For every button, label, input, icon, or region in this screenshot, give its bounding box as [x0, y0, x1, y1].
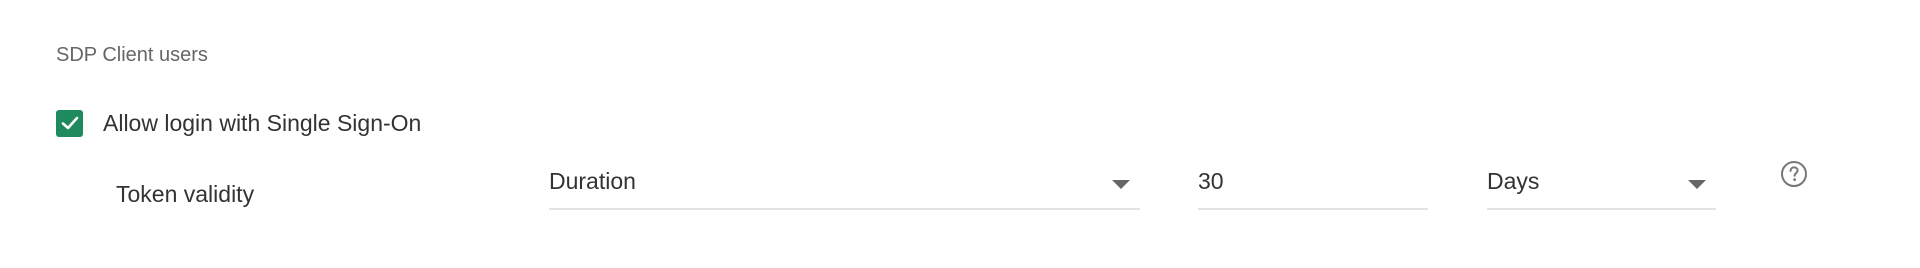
token-mode-select[interactable]: Duration — [549, 158, 1140, 210]
token-validity-label: Token validity — [116, 181, 255, 207]
token-amount-input[interactable]: 30 — [1198, 158, 1428, 210]
token-amount-value: 30 — [1198, 168, 1224, 194]
question-circle-icon — [1781, 161, 1807, 187]
sso-checkbox-row[interactable]: Allow login with Single Sign-On — [56, 109, 421, 137]
sdp-client-users-panel: SDP Client users Allow login with Single… — [0, 0, 1920, 268]
help-icon[interactable] — [1780, 160, 1808, 188]
token-mode-value: Duration — [549, 168, 636, 194]
sso-checkbox-label[interactable]: Allow login with Single Sign-On — [103, 109, 421, 137]
section-title: SDP Client users — [56, 44, 208, 66]
caret-down-icon — [1112, 180, 1130, 189]
token-unit-select[interactable]: Days — [1487, 158, 1716, 210]
check-icon — [61, 116, 78, 130]
sso-checkbox[interactable] — [56, 109, 83, 137]
token-unit-value: Days — [1487, 168, 1540, 194]
caret-down-icon — [1688, 180, 1706, 189]
